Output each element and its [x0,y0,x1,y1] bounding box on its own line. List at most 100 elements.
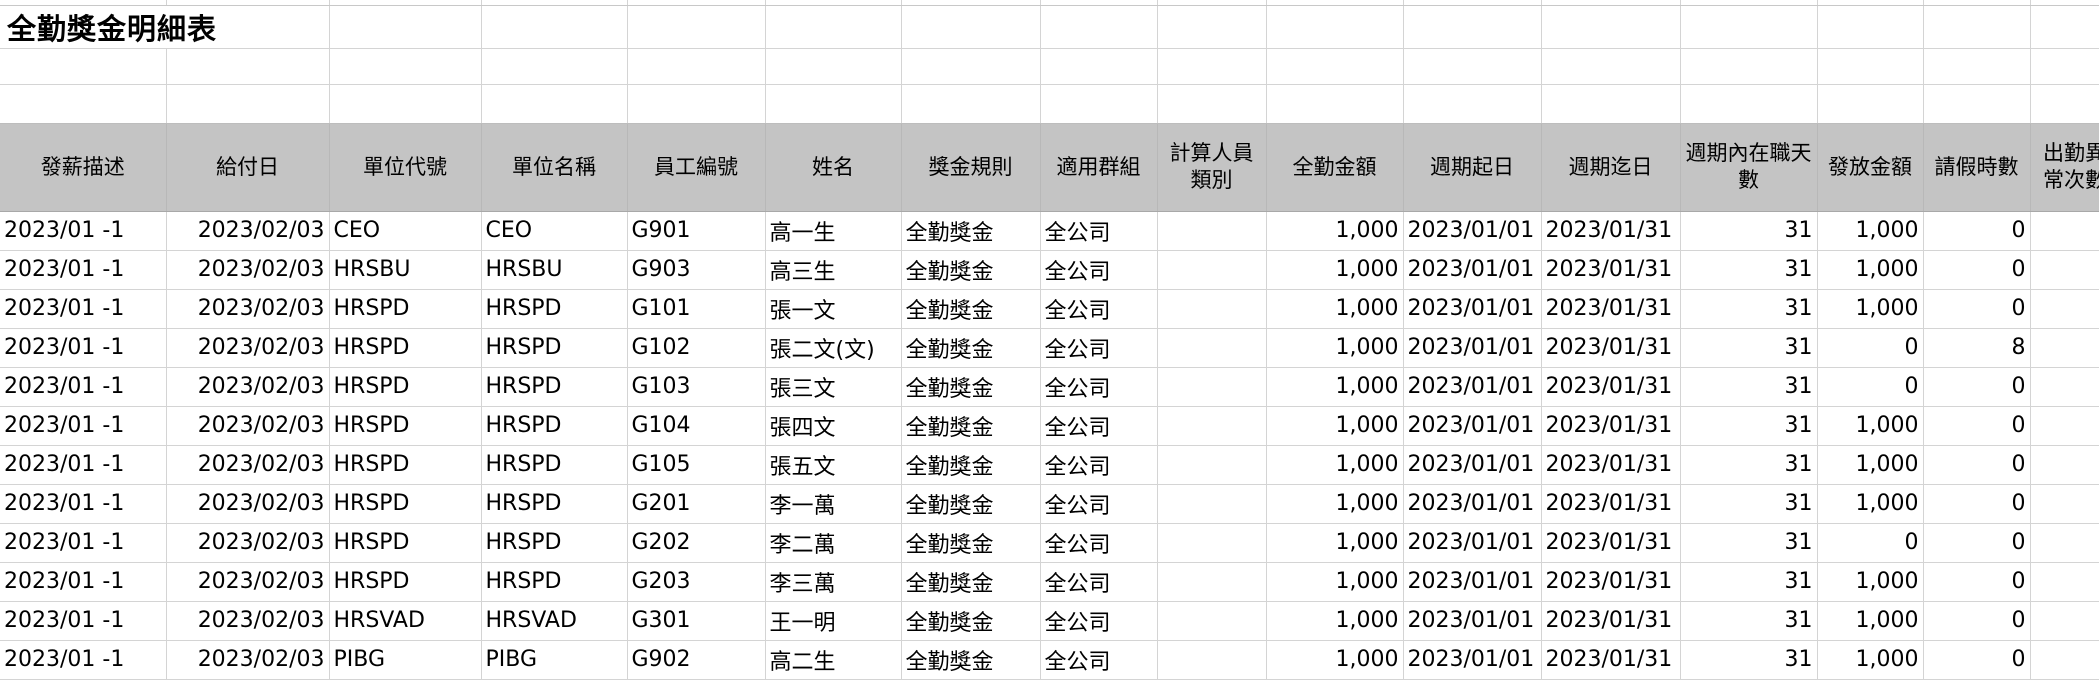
column-header[interactable]: 週期起日 [1403,123,1542,212]
table-cell[interactable]: 0 [1923,289,2031,329]
table-cell[interactable]: 全勤獎金 [901,406,1041,446]
table-cell[interactable]: 2023/01/31 [1541,289,1681,329]
table-cell[interactable]: 2023/02/03 [166,562,330,602]
table-cell[interactable]: HRSPD [481,445,628,485]
table-cell[interactable]: HRSPD [329,562,482,602]
table-cell[interactable] [1157,562,1267,602]
column-header[interactable]: 發薪描述 [0,123,167,212]
table-cell[interactable]: 全公司 [1040,445,1158,485]
table-cell[interactable]: CEO [329,211,482,251]
table-cell[interactable] [1157,523,1267,563]
table-cell[interactable]: 0 [1923,445,2031,485]
table-cell[interactable]: 0 [1817,328,1924,368]
table-cell[interactable]: 0 [1923,367,2031,407]
table-cell[interactable]: 31 [1680,523,1818,563]
table-cell[interactable]: 1,000 [1817,289,1924,329]
table-cell[interactable]: 2023/01 -1 [0,523,167,563]
table-cell[interactable]: 2023/01 -1 [0,289,167,329]
table-cell[interactable]: 張四文 [765,406,902,446]
table-cell[interactable]: 0 [1923,484,2031,524]
table-cell[interactable]: 0 [1923,601,2031,641]
table-cell[interactable]: G201 [627,484,766,524]
table-cell[interactable]: G902 [627,640,766,680]
table-cell[interactable]: 張一文 [765,289,902,329]
table-cell[interactable]: 2023/01/01 [1403,328,1542,368]
column-header[interactable]: 出勤異常次數 [2030,123,2099,212]
table-cell[interactable]: 31 [1680,289,1818,329]
table-cell[interactable]: 1,000 [1266,328,1404,368]
table-cell[interactable]: 2023/01/01 [1403,445,1542,485]
table-cell[interactable]: 0 [2030,211,2099,251]
table-cell[interactable]: 2023/01/01 [1403,562,1542,602]
table-cell[interactable]: 全勤獎金 [901,562,1041,602]
table-cell[interactable] [1157,250,1267,290]
table-cell[interactable]: 2023/01 -1 [0,445,167,485]
table-cell[interactable]: 2023/02/03 [166,640,330,680]
table-cell[interactable]: 2023/02/03 [166,484,330,524]
table-cell[interactable]: 2023/02/03 [166,211,330,251]
column-header[interactable]: 獎金規則 [901,123,1041,212]
table-cell[interactable]: 全公司 [1040,367,1158,407]
table-cell[interactable]: 2023/01 -1 [0,367,167,407]
table-cell[interactable]: 李二萬 [765,523,902,563]
table-cell[interactable]: 8 [1923,328,2031,368]
table-cell[interactable]: HRSPD [481,406,628,446]
table-cell[interactable]: 全公司 [1040,484,1158,524]
table-cell[interactable]: 2023/01/01 [1403,640,1542,680]
table-cell[interactable]: 2023/01/31 [1541,640,1681,680]
table-cell[interactable]: 2023/01 -1 [0,250,167,290]
table-cell[interactable]: 1,000 [1817,601,1924,641]
table-cell[interactable]: 全公司 [1040,523,1158,563]
table-cell[interactable]: 1,000 [1266,289,1404,329]
table-cell[interactable]: PIBG [329,640,482,680]
table-cell[interactable]: 31 [1680,367,1818,407]
table-cell[interactable]: HRSPD [481,523,628,563]
table-cell[interactable]: 2023/01/31 [1541,367,1681,407]
table-cell[interactable]: 2023/01 -1 [0,562,167,602]
table-cell[interactable]: 李一萬 [765,484,902,524]
table-cell[interactable]: 2023/01 -1 [0,211,167,251]
table-cell[interactable]: 31 [1680,211,1818,251]
table-cell[interactable]: 2023/01/01 [1403,367,1542,407]
table-cell[interactable]: 2023/01/01 [1403,211,1542,251]
table-cell[interactable]: 1 [2030,523,2099,563]
table-cell[interactable]: 0 [2030,445,2099,485]
table-cell[interactable]: 全公司 [1040,250,1158,290]
column-header[interactable]: 單位名稱 [481,123,628,212]
table-cell[interactable]: 2023/01/31 [1541,445,1681,485]
table-cell[interactable]: 2023/02/03 [166,445,330,485]
table-cell[interactable]: HRSPD [329,367,482,407]
column-header[interactable]: 單位代號 [329,123,482,212]
table-cell[interactable]: 2023/02/03 [166,250,330,290]
table-cell[interactable]: HRSPD [329,445,482,485]
table-cell[interactable]: 全勤獎金 [901,328,1041,368]
table-cell[interactable]: 31 [1680,601,1818,641]
table-cell[interactable]: 1,000 [1817,211,1924,251]
table-cell[interactable]: 1,000 [1266,484,1404,524]
table-cell[interactable]: G301 [627,601,766,641]
table-cell[interactable]: 0 [1923,211,2031,251]
table-cell[interactable]: 2023/01/01 [1403,523,1542,563]
table-cell[interactable]: 2023/01/31 [1541,523,1681,563]
table-cell[interactable]: 全勤獎金 [901,250,1041,290]
table-cell[interactable]: 2023/01/31 [1541,484,1681,524]
column-header[interactable]: 姓名 [765,123,902,212]
table-cell[interactable]: 0 [1923,406,2031,446]
table-cell[interactable]: 張三文 [765,367,902,407]
column-header[interactable]: 員工編號 [627,123,766,212]
table-cell[interactable]: HRSVAD [481,601,628,641]
table-cell[interactable]: 2023/01/01 [1403,289,1542,329]
table-cell[interactable] [1157,406,1267,446]
table-cell[interactable]: 全勤獎金 [901,601,1041,641]
table-cell[interactable]: 0 [1923,640,2031,680]
table-cell[interactable]: 全勤獎金 [901,289,1041,329]
table-cell[interactable]: HRSPD [481,562,628,602]
table-cell[interactable]: HRSVAD [329,601,482,641]
table-cell[interactable]: 全勤獎金 [901,523,1041,563]
column-header[interactable]: 全勤金額 [1266,123,1404,212]
table-cell[interactable]: 張二文(文) [765,328,902,368]
table-cell[interactable]: 全公司 [1040,289,1158,329]
table-cell[interactable]: 王一明 [765,601,902,641]
table-cell[interactable]: 1,000 [1266,445,1404,485]
table-cell[interactable]: 1,000 [1817,562,1924,602]
